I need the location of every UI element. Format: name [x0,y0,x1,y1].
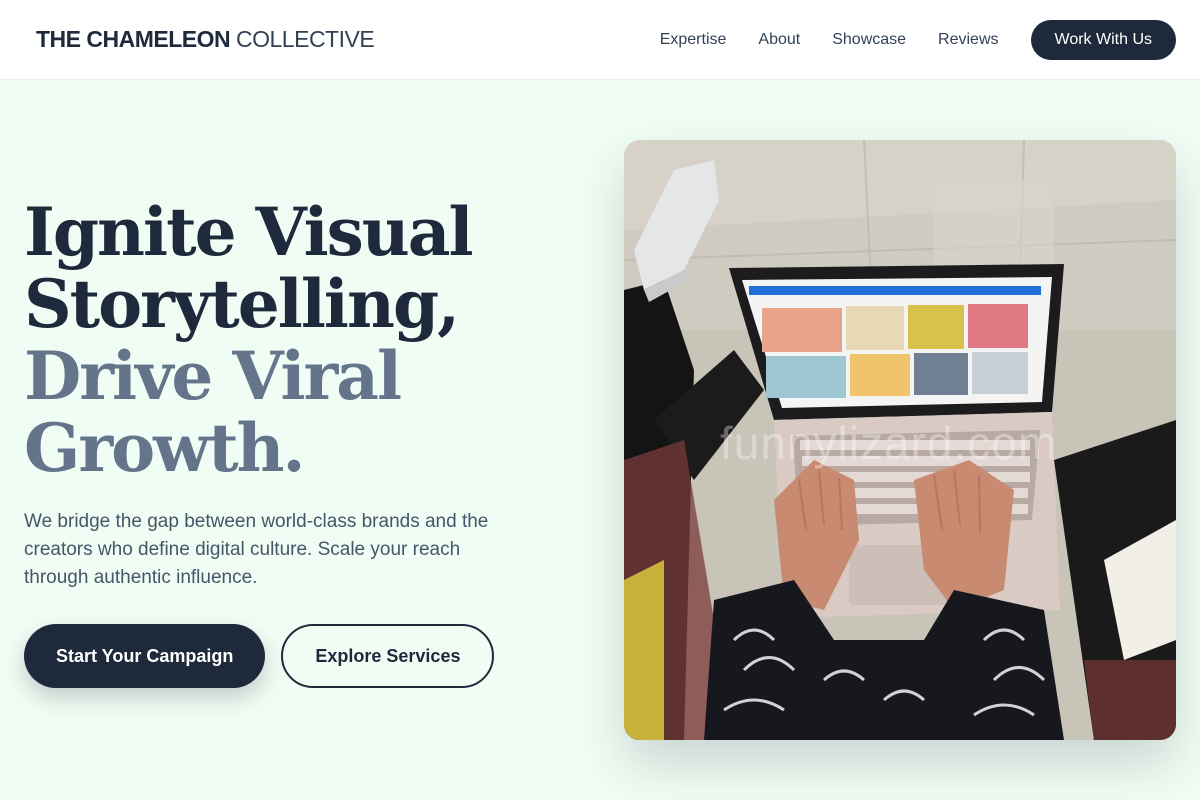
hero-headline: Ignite Visual Storytelling, Drive Viral … [24,196,564,484]
hero-photo: funnylizard.com [624,140,1176,740]
headline-line-2: Storytelling, [24,265,460,343]
brand-name-light: COLLECTIVE [236,26,375,52]
hero-text: Ignite Visual Storytelling, Drive Viral … [24,196,564,688]
nav-link-about[interactable]: About [758,31,800,49]
brand-logo[interactable]: THE CHAMELEON COLLECTIVE [36,26,375,53]
nav-link-showcase[interactable]: Showcase [832,31,906,49]
explore-services-button[interactable]: Explore Services [281,624,495,688]
headline-line-4: Growth. [24,409,305,487]
nav-link-expertise[interactable]: Expertise [660,31,727,49]
main-nav: Expertise About Showcase Reviews Work Wi… [660,19,1176,60]
hero-subtext: We bridge the gap between world-class br… [24,511,489,588]
brand-name-strong: THE CHAMELEON [36,26,231,52]
headline-line-3: Drive Viral [24,337,402,415]
work-with-us-button[interactable]: Work With Us [1030,19,1176,60]
start-campaign-button[interactable]: Start Your Campaign [24,624,266,688]
nav-link-reviews[interactable]: Reviews [938,31,998,49]
site-header: THE CHAMELEON COLLECTIVE Expertise About… [0,0,1200,80]
headline-line-1: Ignite Visual [24,193,474,271]
image-watermark: funnylizard.com [720,417,1058,469]
hero-buttons: Start Your Campaign Explore Services [24,624,564,688]
